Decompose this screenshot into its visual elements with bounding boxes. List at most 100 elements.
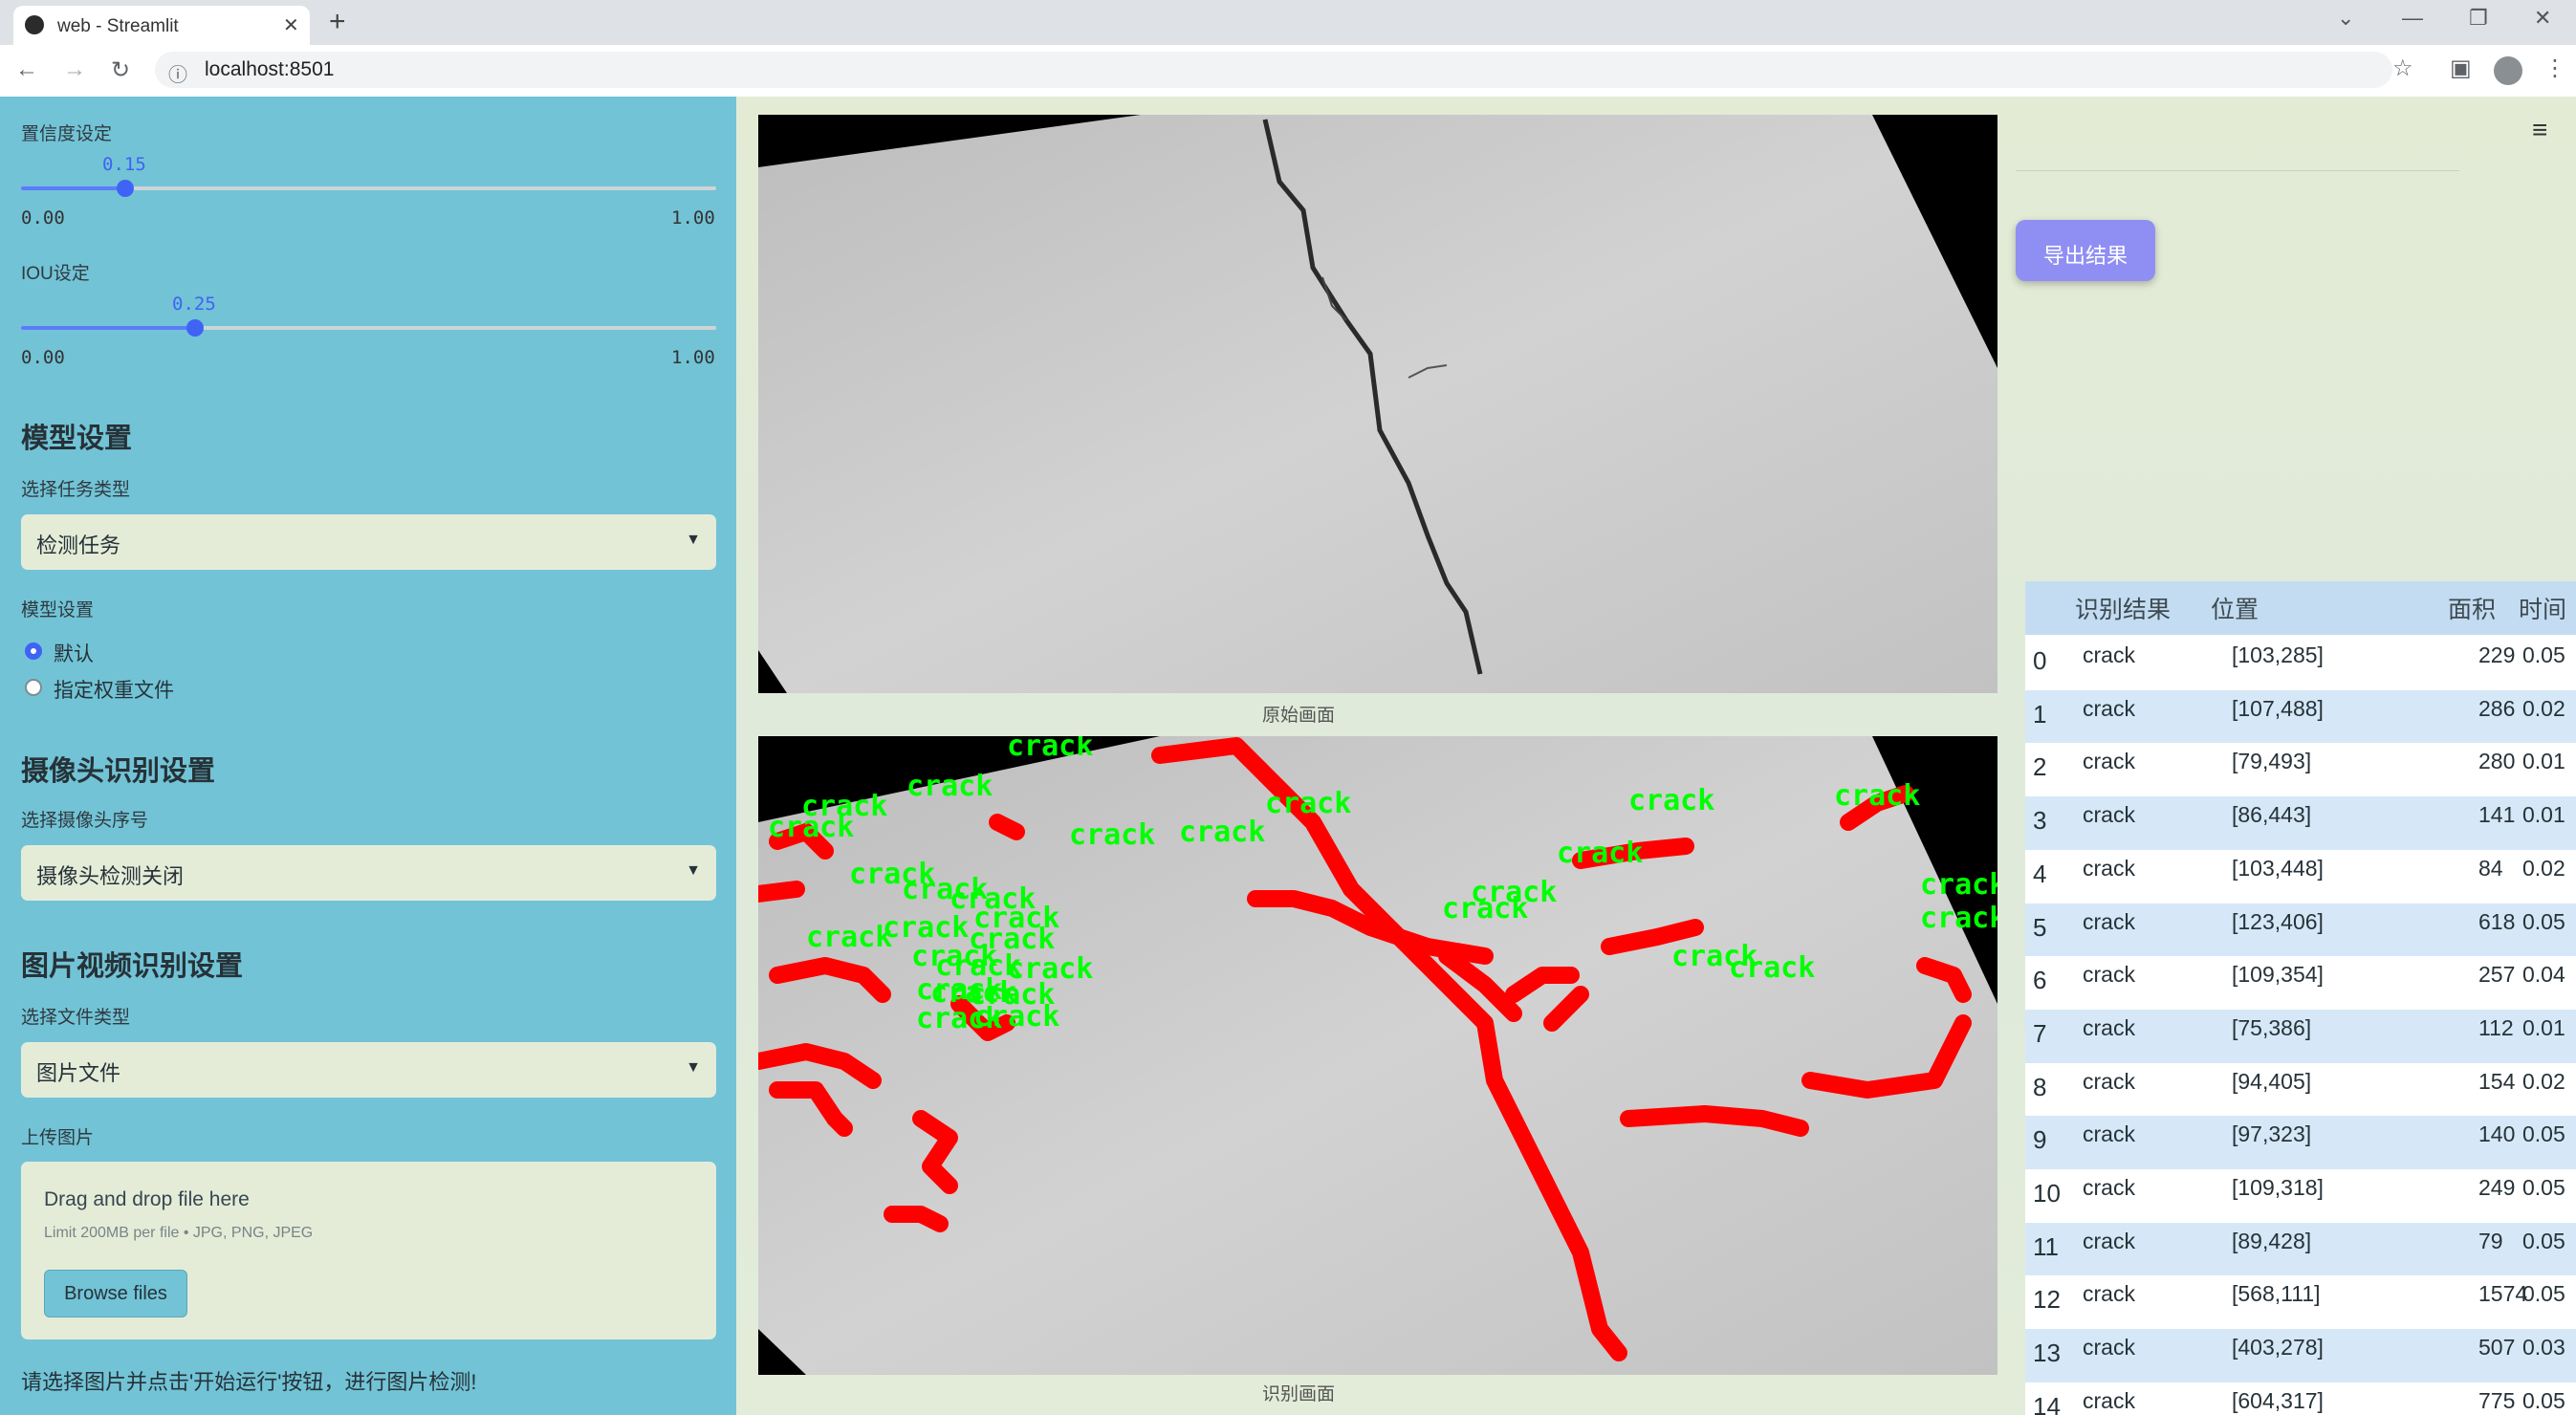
iou-slider-track[interactable] — [21, 319, 716, 337]
table-row[interactable]: 4 crack [103,448] 84 0.02 — [2025, 849, 2576, 903]
bookmark-star-icon[interactable]: ☆ — [2392, 54, 2413, 82]
camera-index-value: 摄像头检测关闭 — [36, 864, 185, 888]
table-row[interactable]: 1 crack [107,488] 286 0.02 — [2025, 689, 2576, 744]
cell-time: 0.04 — [2522, 962, 2565, 988]
radio-weight-file[interactable] — [25, 679, 42, 696]
table-row[interactable]: 9 crack [97,323] 140 0.05 — [2025, 1116, 2576, 1170]
browse-files-label: Browse files — [64, 1283, 167, 1304]
drop-text: Drag and drop file here — [44, 1188, 250, 1210]
cell-time: 0.02 — [2522, 695, 2565, 721]
close-window-icon[interactable]: ✕ — [2534, 6, 2551, 31]
table-row[interactable]: 3 crack [86,443] 141 0.01 — [2025, 796, 2576, 851]
divider — [2016, 170, 2459, 171]
media-settings-title: 图片视频识别设置 — [21, 951, 244, 982]
model-settings-title: 模型设置 — [21, 424, 133, 454]
cell-time: 0.05 — [2522, 642, 2565, 667]
hint-text: 请选择图片并点击'开始运行'按钮，进行图片检测! — [21, 1370, 477, 1394]
side-panel-icon[interactable]: ▣ — [2450, 54, 2472, 82]
cell-area: 257 — [2478, 962, 2516, 988]
radio-default-label[interactable]: 默认 — [54, 639, 94, 667]
cell-position: [89,428] — [2232, 1228, 2312, 1253]
iou-value: 0.25 — [172, 294, 216, 315]
reload-icon[interactable]: ↻ — [111, 56, 130, 84]
result-caption: 识别画面 — [1261, 1384, 1335, 1404]
table-row[interactable]: 0 crack [103,285] 229 0.05 — [2025, 637, 2576, 690]
site-info-icon[interactable]: ⓘ — [168, 59, 187, 87]
cell-position: [107,488] — [2232, 695, 2324, 721]
upload-label: 上传图片 — [21, 1128, 95, 1148]
crack-label: crack — [973, 1000, 1059, 1034]
table-row[interactable]: 2 crack [79,493] 280 0.01 — [2025, 743, 2576, 797]
tab-search-icon[interactable]: ⌄ — [2337, 6, 2354, 31]
file-type-label: 选择文件类型 — [21, 1008, 131, 1028]
minimize-icon[interactable]: — — [2402, 6, 2423, 31]
camera-index-select[interactable]: 摄像头检测关闭 ▼ — [21, 845, 716, 901]
url-text[interactable]: localhost:8501 — [205, 58, 334, 81]
confidence-slider-fill — [21, 186, 125, 190]
cell-position: [79,493] — [2232, 749, 2312, 774]
cell-result: crack — [2083, 749, 2135, 774]
original-caption: 原始画面 — [1261, 706, 1335, 726]
cell-area: 618 — [2478, 908, 2516, 934]
table-row[interactable]: 11 crack [89,428] 79 0.05 — [2025, 1222, 2576, 1276]
cell-time: 0.01 — [2522, 802, 2565, 828]
cell-time: 0.05 — [2522, 1281, 2565, 1307]
cell-time: 0.02 — [2522, 855, 2565, 881]
url-field[interactable]: ⓘ localhost:8501 — [155, 52, 2392, 88]
confidence-min: 0.00 — [21, 207, 65, 229]
hamburger-menu-icon[interactable]: ≡ — [2532, 115, 2547, 145]
cell-area: 141 — [2478, 802, 2516, 828]
cell-time: 0.05 — [2522, 1228, 2565, 1253]
crack-label: crack — [806, 921, 892, 954]
table-row[interactable]: 14 crack [604,317] 775 0.05 — [2025, 1382, 2576, 1415]
cell-position: [123,406] — [2232, 908, 2324, 934]
iou-max: 1.00 — [671, 347, 715, 368]
crack-label: crack — [1729, 951, 1815, 985]
confidence-label: 置信度设定 — [21, 124, 113, 144]
export-results-button[interactable]: 导出结果 — [2016, 220, 2155, 281]
restore-icon[interactable]: ❐ — [2469, 6, 2488, 31]
profile-avatar-icon[interactable] — [2494, 56, 2522, 85]
cell-time: 0.05 — [2522, 1175, 2565, 1200]
crack-label: crack — [906, 770, 993, 803]
original-image — [758, 115, 1997, 693]
cell-area: 280 — [2478, 749, 2516, 774]
cell-time: 0.01 — [2522, 749, 2565, 774]
upload-limit-text: Limit 200MB per file • JPG, PNG, JPEG — [44, 1225, 314, 1241]
file-uploader-dropzone[interactable]: Drag and drop file here Limit 200MB per … — [21, 1162, 716, 1339]
browser-menu-icon[interactable]: ⋮ — [2543, 54, 2566, 82]
table-row[interactable]: 12 crack [568,111] 1574 0.05 — [2025, 1275, 2576, 1330]
table-row[interactable]: 8 crack [94,405] 154 0.02 — [2025, 1062, 2576, 1117]
new-tab-icon[interactable]: + — [329, 6, 346, 38]
back-icon[interactable]: ← — [15, 56, 38, 83]
file-type-select[interactable]: 图片文件 ▼ — [21, 1042, 716, 1098]
cell-result: crack — [2083, 695, 2135, 721]
iou-slider-thumb[interactable] — [186, 319, 204, 337]
cell-area: 84 — [2478, 855, 2503, 881]
cell-time: 0.03 — [2522, 1335, 2565, 1361]
confidence-max: 1.00 — [671, 207, 715, 229]
table-row[interactable]: 6 crack [109,354] 257 0.04 — [2025, 956, 2576, 1011]
confidence-slider-thumb[interactable] — [117, 180, 134, 197]
table-row[interactable]: 10 crack [109,318] 249 0.05 — [2025, 1169, 2576, 1223]
cell-area: 286 — [2478, 695, 2516, 721]
crack-label: crack — [1920, 868, 1997, 902]
iou-slider-fill — [21, 326, 195, 330]
row-index: 14 — [2033, 1391, 2061, 1415]
browse-files-button[interactable]: Browse files — [44, 1270, 187, 1317]
table-row[interactable]: 7 crack [75,386] 112 0.01 — [2025, 1009, 2576, 1063]
crack-label: crack — [1834, 779, 1920, 813]
browser-tab[interactable]: web - Streamlit ✕ — [13, 6, 310, 45]
cell-result: crack — [2083, 642, 2135, 667]
forward-icon[interactable]: → — [63, 56, 86, 83]
confidence-slider-track[interactable] — [21, 180, 716, 197]
radio-weight-file-label[interactable]: 指定权重文件 — [54, 675, 174, 704]
model-config-label: 模型设置 — [21, 600, 95, 620]
table-row[interactable]: 5 crack [123,406] 618 0.05 — [2025, 903, 2576, 957]
results-table[interactable]: 识别结果 位置 面积 时间 0 crack [103,285] 229 0.05 1 cra… — [2025, 581, 2576, 1415]
table-row[interactable]: 13 crack [403,278] 507 0.03 — [2025, 1329, 2576, 1383]
task-type-select[interactable]: 检测任务 ▼ — [21, 514, 716, 570]
cell-result: crack — [2083, 855, 2135, 881]
close-tab-icon[interactable]: ✕ — [283, 13, 299, 37]
radio-default[interactable] — [25, 642, 42, 660]
